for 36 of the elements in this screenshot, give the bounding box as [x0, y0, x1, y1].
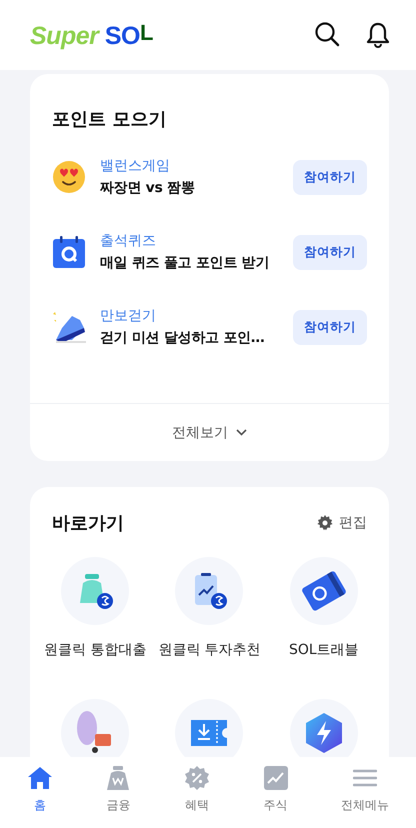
chart-icon	[264, 766, 288, 790]
nav-tab[interactable]: 혜택	[178, 765, 216, 814]
calendar-quiz-icon	[52, 235, 86, 269]
event-category: 만보걷기	[100, 307, 157, 325]
event-title: 매일 퀴즈 풀고 포인트 받기	[100, 254, 270, 272]
shortcut-label: 원클릭 투자추천	[158, 641, 261, 659]
nav-tab[interactable]: 주식	[258, 765, 294, 814]
event-category: 출석퀴즈	[100, 232, 157, 250]
chevron-down-icon	[236, 429, 247, 436]
event-title: 짜장면 vs 짬뽕	[100, 179, 196, 197]
view-all-link[interactable]: 전체보기	[172, 424, 247, 442]
coupon-download-icon	[189, 718, 230, 748]
percent-badge-icon	[184, 765, 210, 791]
section-title: 포인트 모으기	[51, 108, 168, 131]
search-icon[interactable]	[314, 21, 340, 47]
nav-tab[interactable]: 금융	[100, 765, 136, 814]
nav-tab[interactable]: 홈	[20, 765, 59, 814]
house-icon	[26, 766, 53, 790]
event-category: 밸런스게임	[100, 157, 171, 175]
menu-icon	[353, 768, 378, 788]
money-bag-icon	[106, 765, 130, 791]
section-title: 바로가기	[52, 512, 124, 535]
app-logo: Super SO$^{L}$	[30, 20, 153, 50]
lightning-badge-icon	[304, 712, 344, 754]
join-button[interactable]: 참여하기	[293, 310, 367, 344]
bell-icon[interactable]	[366, 21, 390, 49]
edit-button[interactable]: 편집	[317, 514, 367, 532]
join-button[interactable]: 참여하기	[293, 160, 367, 194]
nav-tab[interactable]: 전체메뉴	[335, 765, 396, 814]
join-button[interactable]: 참여하기	[293, 234, 367, 270]
sneaker-icon	[52, 310, 86, 344]
event-title: 걷기 미션 달성하고 포인…	[100, 329, 266, 347]
heart-eyes-emoji-icon	[52, 160, 86, 194]
shortcut-label: SOL트래블	[288, 641, 359, 659]
gear-icon	[317, 515, 333, 531]
shortcut-label: 원클릭 통합대출	[44, 641, 146, 659]
